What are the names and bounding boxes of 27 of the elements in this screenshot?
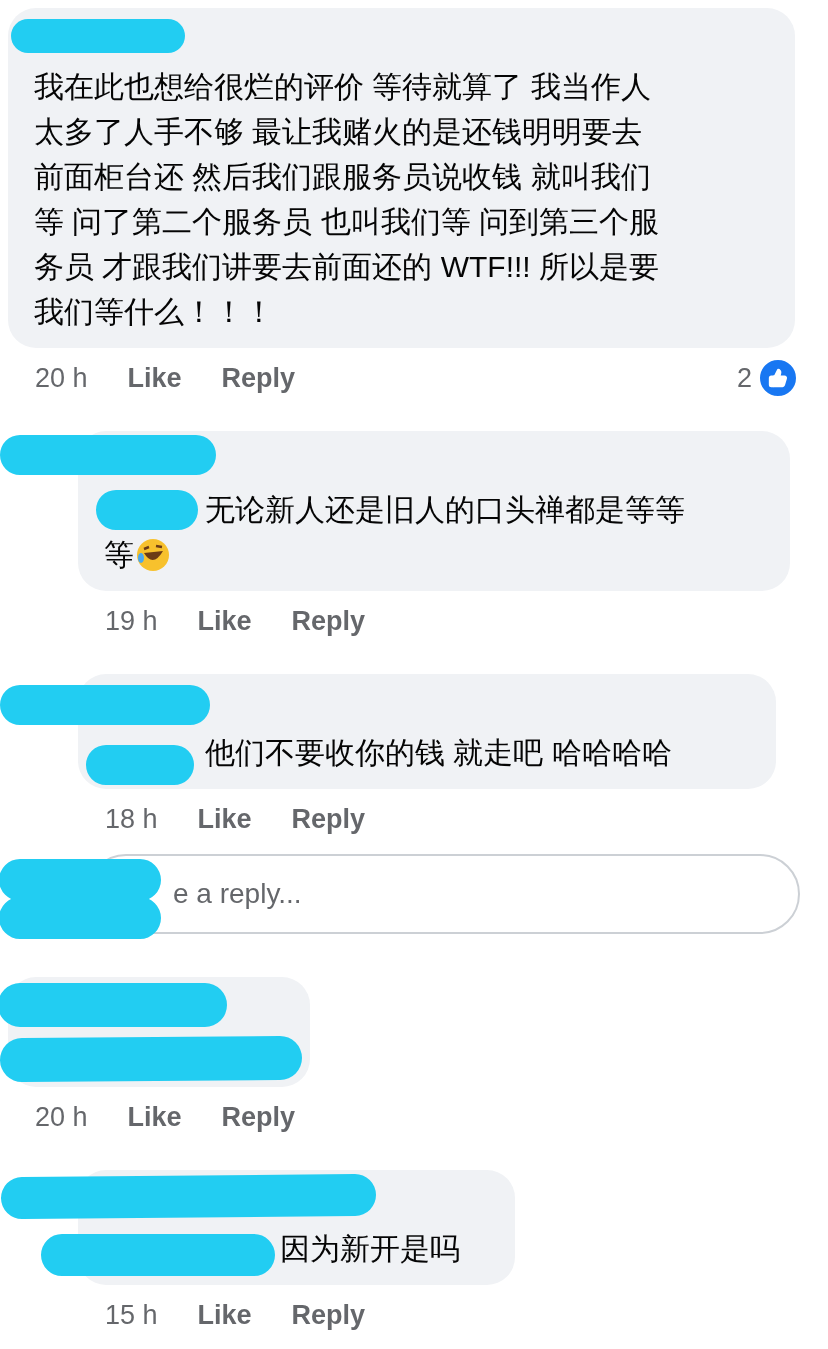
comment-text: 等: [104, 537, 134, 573]
like-link[interactable]: Like: [197, 605, 252, 637]
comment-text: 因为新开是吗: [280, 1231, 460, 1267]
like-link[interactable]: Like: [197, 1299, 252, 1331]
comment-text: 我们等什么！！！: [34, 294, 274, 330]
reply-link[interactable]: Reply: [221, 1101, 296, 1133]
comment-time: 19 h: [105, 605, 158, 637]
comment-text: 我在此也想给很烂的评价 等待就算了 我当作人: [34, 69, 651, 105]
reply-link[interactable]: Reply: [221, 362, 296, 394]
comment-text: 务员 才跟我们讲要去前面还的 WTF!!! 所以是要: [34, 249, 659, 285]
comment-text: 无论新人还是旧人的口头禅都是等等: [205, 492, 685, 528]
comment-text: 他们不要收你的钱 就走吧 哈哈哈哈: [205, 735, 672, 771]
reply-placeholder: e a reply...: [173, 878, 302, 910]
comment-time: 18 h: [105, 803, 158, 835]
like-link[interactable]: Like: [127, 362, 182, 394]
comment-text: 前面柜台还 然后我们跟服务员说收钱 就叫我们: [34, 159, 651, 195]
comment-text: 等 问了第二个服务员 也叫我们等 问到第三个服: [34, 204, 659, 240]
reply-link[interactable]: Reply: [291, 605, 366, 637]
reply-link[interactable]: Reply: [291, 803, 366, 835]
like-link[interactable]: Like: [127, 1101, 182, 1133]
comment-text: 太多了人手不够 最让我赌火的是还钱明明要去: [34, 114, 643, 150]
comment-time: 15 h: [105, 1299, 158, 1331]
like-link[interactable]: Like: [197, 803, 252, 835]
comment-time: 20 h: [35, 1101, 88, 1133]
comment-time: 20 h: [35, 362, 88, 394]
reply-link[interactable]: Reply: [291, 1299, 366, 1331]
reaction-count: 2: [736, 362, 752, 394]
